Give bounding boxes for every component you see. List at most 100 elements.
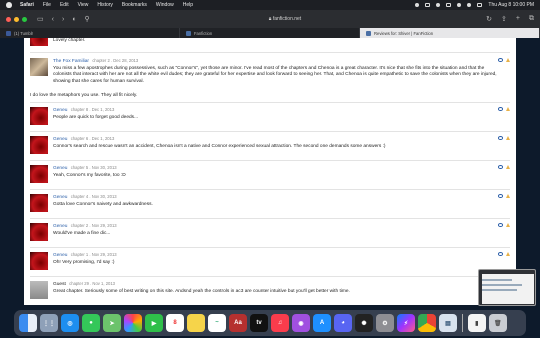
review-actions (498, 194, 510, 198)
tv-icon[interactable]: tv (250, 314, 268, 332)
review-author[interactable]: The Fox Familiar (53, 59, 89, 64)
avatar[interactable] (30, 252, 48, 270)
report-icon[interactable] (506, 136, 510, 140)
report-icon[interactable] (506, 107, 510, 111)
review-meta: Geneu chapter 5 . Nov 30, 2013 (53, 165, 117, 171)
tab-reviews[interactable]: Reviews for: Shiver | FanFiction (360, 28, 540, 38)
avatar[interactable] (30, 223, 48, 241)
divider (30, 189, 510, 190)
shield-icon[interactable]: ◐ (72, 16, 76, 23)
report-icon[interactable] (506, 252, 510, 256)
avatar[interactable] (30, 58, 48, 76)
review-author[interactable]: Geneu (53, 166, 67, 171)
battery-icon[interactable] (446, 3, 452, 7)
wifi-icon[interactable] (457, 3, 462, 7)
apple-icon[interactable] (6, 2, 12, 8)
menu-view[interactable]: View (78, 2, 89, 8)
review-item: Guest chapter 29 . Nov 1, 2013 Great cha… (30, 281, 510, 301)
review-author[interactable]: Geneu (53, 108, 67, 113)
chatgpt-icon[interactable]: ✺ (355, 314, 373, 332)
launchpad-icon[interactable]: ⋮⋮ (40, 314, 58, 332)
address-bar[interactable]: 🔒︎ fanfiction.net (210, 14, 360, 25)
music-icon[interactable]: ♫ (271, 314, 289, 332)
review-actions (498, 136, 510, 140)
preview-icon[interactable]: ▤ (439, 314, 457, 332)
reply-icon[interactable] (498, 136, 503, 140)
reply-icon[interactable] (498, 194, 503, 198)
status-icon-3[interactable] (436, 3, 441, 7)
review-author[interactable]: Geneu (53, 195, 67, 200)
freeform-icon[interactable]: ~ (208, 314, 226, 332)
settings-icon[interactable]: ⚙ (376, 314, 394, 332)
close-window-button[interactable] (6, 16, 11, 22)
dock: ⋮⋮ ◎ ● ➤ ▶ 8 ~ Aa tv ♫ ◉ A ◕ ✺ ⚙ ⚡︎ ▤ ▮ … (14, 310, 526, 336)
menu-app-safari[interactable]: Safari (20, 2, 34, 8)
menu-file[interactable]: File (43, 2, 51, 8)
report-icon[interactable] (506, 223, 510, 227)
clock[interactable]: Thu Aug 8 10:00 PM (488, 2, 534, 8)
status-icon-1[interactable] (415, 3, 420, 7)
extension-icon[interactable]: ⚲ (85, 15, 90, 23)
search-icon[interactable] (467, 3, 472, 7)
photos-icon[interactable] (124, 314, 142, 332)
review-text: Oh! Very promising, I'd say :) (53, 260, 115, 265)
window-thumbnail[interactable] (478, 269, 536, 306)
menu-bookmarks[interactable]: Bookmarks (122, 2, 147, 8)
reply-icon[interactable] (498, 107, 503, 111)
notes-icon[interactable] (187, 314, 205, 332)
divider (30, 276, 510, 277)
reply-icon[interactable] (498, 252, 503, 256)
share-icon[interactable]: ⇪ (501, 15, 507, 23)
menu-help[interactable]: Help (183, 2, 193, 8)
zoom-window-button[interactable] (22, 16, 27, 22)
forward-icon[interactable]: › (62, 16, 64, 23)
reply-icon[interactable] (498, 58, 503, 62)
review-text: Connor's search and rescue wasn't an acc… (53, 144, 386, 149)
messenger-icon[interactable]: ⚡︎ (397, 314, 415, 332)
review-text: Would've made a fine dic... (53, 231, 111, 236)
menu-window[interactable]: Window (156, 2, 174, 8)
safari-icon[interactable]: ◎ (61, 314, 79, 332)
control-center-icon[interactable] (477, 3, 483, 7)
trash-icon[interactable]: 🗑︎ (488, 314, 507, 332)
document-icon[interactable]: ▮ (467, 314, 486, 332)
reply-icon[interactable] (498, 165, 503, 169)
review-author[interactable]: Geneu (53, 253, 67, 258)
tab-label: Fanfiction (194, 30, 213, 36)
chrome-icon[interactable] (418, 314, 436, 332)
tab-tumblr[interactable]: (1) Tumblr (0, 28, 180, 38)
thumbnail-line (482, 279, 512, 281)
back-icon[interactable]: ‹ (52, 16, 54, 23)
dictionary-icon[interactable]: Aa (229, 314, 247, 332)
review-actions (498, 252, 510, 256)
reload-icon[interactable]: ↻ (486, 15, 492, 23)
review-author[interactable]: Geneu (53, 224, 67, 229)
new-tab-icon[interactable]: + (516, 15, 520, 23)
podcasts-icon[interactable]: ◉ (292, 314, 310, 332)
sidebar-toggle-icon[interactable]: ▭ (37, 15, 44, 23)
report-icon[interactable] (506, 194, 510, 198)
review-author[interactable]: Geneu (53, 137, 67, 142)
messages-icon[interactable]: ● (82, 314, 100, 332)
menu-edit[interactable]: Edit (60, 2, 69, 8)
status-icon-2[interactable] (425, 3, 431, 7)
avatar[interactable] (30, 136, 48, 154)
review-text: Gotta love Connor's naivety and awkwardn… (53, 202, 153, 207)
reply-icon[interactable] (498, 223, 503, 227)
avatar[interactable] (30, 107, 48, 125)
menu-history[interactable]: History (97, 2, 113, 8)
discord-icon[interactable]: ◕ (334, 314, 352, 332)
avatar[interactable] (30, 165, 48, 183)
maps-icon[interactable]: ➤ (103, 314, 121, 332)
avatar[interactable] (30, 194, 48, 212)
calendar-icon[interactable]: 8 (166, 314, 184, 332)
fanfiction-favicon-icon (186, 30, 191, 36)
finder-icon[interactable] (19, 314, 37, 332)
minimize-window-button[interactable] (14, 16, 19, 22)
facetime-icon[interactable]: ▶ (145, 314, 163, 332)
tab-fanfiction[interactable]: Fanfiction (180, 28, 360, 38)
app-store-icon[interactable]: A (313, 314, 331, 332)
report-icon[interactable] (506, 165, 510, 169)
report-icon[interactable] (506, 58, 510, 62)
tab-overview-icon[interactable]: ⧉ (529, 15, 534, 23)
